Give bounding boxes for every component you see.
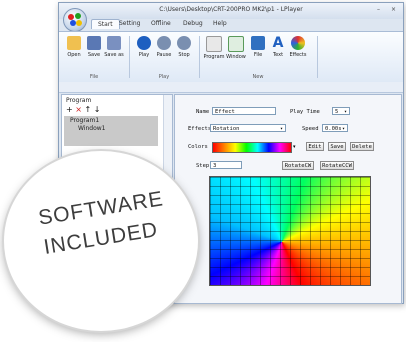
chevron-down-icon: ▾ bbox=[341, 126, 345, 132]
ribbon-tabs: Start Setting Offline Debug Help bbox=[89, 19, 399, 31]
add-icon[interactable]: + bbox=[66, 105, 73, 114]
move-down-icon[interactable]: ↓ bbox=[94, 105, 101, 114]
chevron-down-icon: ▾ bbox=[279, 126, 283, 132]
open-button[interactable]: Open bbox=[63, 36, 85, 58]
pause-button[interactable]: Pause bbox=[153, 36, 175, 58]
program-tree-title: Program bbox=[66, 97, 92, 104]
text-icon: A bbox=[272, 35, 284, 51]
rotate-ccw-button[interactable]: RotateCCW bbox=[320, 161, 354, 170]
delete-colors-button[interactable]: Delete bbox=[350, 142, 374, 151]
new-group-label: New bbox=[252, 74, 264, 80]
speed-label: Speed bbox=[302, 126, 319, 132]
effects-label: Effects bbox=[188, 126, 212, 132]
ribbon-divider bbox=[317, 36, 318, 78]
new-window-button[interactable]: Window bbox=[225, 36, 247, 60]
tab-start[interactable]: Start bbox=[91, 19, 120, 29]
tree-toolbar: + × ↑ ↓ bbox=[66, 105, 100, 114]
pause-icon bbox=[157, 36, 171, 50]
app-menu-orb-icon[interactable] bbox=[63, 8, 87, 32]
folder-icon bbox=[67, 36, 81, 50]
ribbon-divider bbox=[129, 36, 130, 78]
new-effects-button[interactable]: Effects bbox=[287, 36, 309, 58]
chevron-down-icon[interactable]: ▾ bbox=[293, 144, 296, 150]
stop-button[interactable]: Stop bbox=[173, 36, 195, 58]
rotate-cw-button[interactable]: RotateCW bbox=[282, 161, 314, 170]
stop-icon bbox=[177, 36, 191, 50]
edit-button[interactable]: Edit bbox=[306, 142, 324, 151]
play-button[interactable]: Play bbox=[133, 36, 155, 58]
software-included-badge: SOFTWARE INCLUDED bbox=[4, 151, 198, 331]
tab-offline[interactable]: Offline bbox=[151, 20, 171, 27]
color-gradient-bar[interactable] bbox=[212, 142, 292, 153]
play-icon bbox=[137, 36, 151, 50]
name-label: Name bbox=[196, 109, 210, 115]
ribbon-divider bbox=[199, 36, 200, 78]
led-preview-grid bbox=[209, 176, 371, 286]
speed-select[interactable]: 0.00s ▾ bbox=[322, 124, 348, 132]
quick-access-bar bbox=[59, 82, 403, 93]
ribbon: Open Save Save as File Play Pause Stop P… bbox=[59, 31, 403, 83]
name-input[interactable]: Effect bbox=[212, 107, 276, 115]
step-label: Step bbox=[196, 163, 210, 169]
new-text-button[interactable]: A Text bbox=[267, 36, 289, 58]
tab-debug[interactable]: Debug bbox=[183, 20, 203, 27]
close-button[interactable]: × bbox=[391, 6, 396, 13]
window-icon bbox=[228, 36, 244, 52]
playtime-label: Play Time bbox=[290, 109, 320, 115]
colors-label: Colors bbox=[188, 144, 208, 150]
delete-icon[interactable]: × bbox=[75, 105, 82, 114]
tree-item-program[interactable]: Program1 bbox=[70, 117, 99, 124]
move-up-icon[interactable]: ↑ bbox=[85, 105, 92, 114]
window-title: C:\Users\Desktop\CRT-200PRO MK2\p1 - LPl… bbox=[159, 6, 303, 13]
save-as-icon bbox=[107, 36, 121, 50]
new-program-button[interactable]: Program bbox=[203, 36, 225, 60]
save-as-button[interactable]: Save as bbox=[103, 36, 125, 58]
minimize-button[interactable]: – bbox=[377, 6, 380, 13]
chevron-down-icon: ▾ bbox=[343, 109, 347, 115]
new-file-button[interactable]: File bbox=[247, 36, 269, 58]
save-colors-button[interactable]: Save bbox=[328, 142, 346, 151]
file-group-label: File bbox=[89, 74, 99, 80]
step-input[interactable]: 3 bbox=[210, 161, 242, 169]
tab-help[interactable]: Help bbox=[213, 20, 227, 27]
save-button[interactable]: Save bbox=[83, 36, 105, 58]
save-icon bbox=[87, 36, 101, 50]
play-group-label: Play bbox=[158, 74, 170, 80]
tab-setting[interactable]: Setting bbox=[119, 20, 140, 27]
file-icon bbox=[251, 36, 265, 50]
effects-icon bbox=[291, 36, 305, 50]
effects-select[interactable]: Rotation ▾ bbox=[210, 124, 286, 132]
playtime-select[interactable]: 5 ▾ bbox=[332, 107, 350, 115]
title-bar: C:\Users\Desktop\CRT-200PRO MK2\p1 - LPl… bbox=[59, 3, 403, 19]
tree-item-window[interactable]: Window1 bbox=[78, 125, 105, 132]
program-icon bbox=[206, 36, 222, 52]
